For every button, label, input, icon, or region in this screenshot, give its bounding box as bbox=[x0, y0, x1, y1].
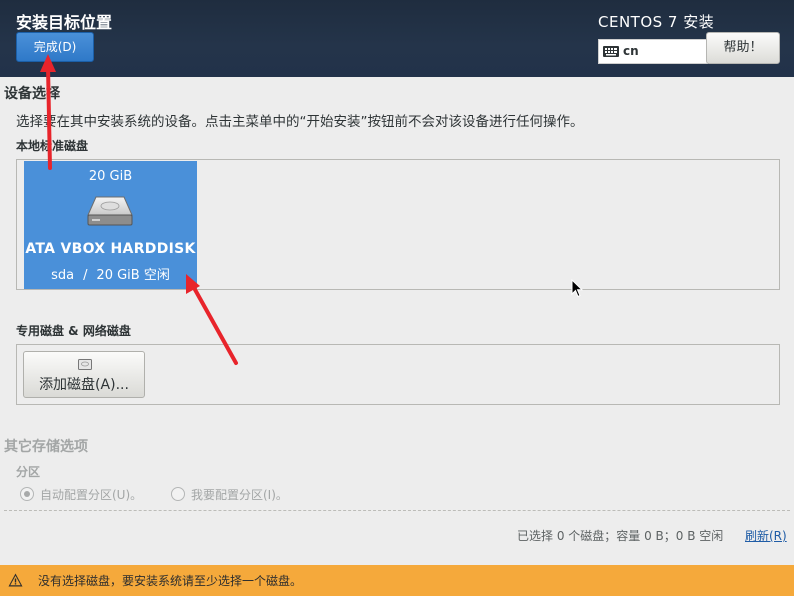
warning-icon bbox=[8, 573, 23, 587]
disk-drive-icon bbox=[78, 359, 92, 370]
keyboard-layout-indicator[interactable]: cn bbox=[598, 39, 708, 64]
radio-selected-dot bbox=[24, 491, 30, 497]
disk-separator: / bbox=[83, 268, 88, 283]
page-title: 安装目标位置 bbox=[16, 13, 113, 32]
product-title: CENTOS 7 安装 bbox=[598, 13, 715, 31]
disk-device: sda bbox=[51, 268, 75, 283]
add-disk-button[interactable]: 添加磁盘(A)... bbox=[23, 351, 145, 398]
keyboard-icon bbox=[603, 46, 619, 57]
disk-size: 20 GiB bbox=[88, 169, 133, 184]
annotation-arrows bbox=[40, 54, 238, 365]
manual-partition-radio[interactable] bbox=[171, 487, 185, 501]
auto-partition-label[interactable]: 自动配置分区(U)。 bbox=[40, 486, 142, 503]
disk-details: sda / 20 GiB 空闲 bbox=[24, 264, 197, 283]
manual-partition-label[interactable]: 我要配置分区(I)。 bbox=[191, 486, 288, 503]
disk-name: ATA VBOX HARDDISK bbox=[25, 241, 196, 257]
local-disks-panel: 20 GiB ATA VBOX HARDDISK sda / 20 GiB 空闲 bbox=[16, 159, 780, 290]
local-disks-label: 本地标准磁盘 bbox=[16, 139, 89, 153]
add-disk-label: 添加磁盘(A)... bbox=[39, 377, 129, 393]
divider bbox=[4, 510, 790, 511]
hard-disk-icon bbox=[87, 196, 133, 226]
specialized-disks-label: 专用磁盘 & 网络磁盘 bbox=[16, 324, 131, 338]
warning-text: 没有选择磁盘，要安装系统请至少选择一个磁盘。 bbox=[38, 574, 303, 588]
device-selection-description: 选择要在其中安装系统的设备。点击主菜单中的“开始安装”按钮前不会对该设备进行任何… bbox=[16, 114, 584, 130]
auto-partition-radio[interactable] bbox=[20, 487, 34, 501]
disk-tile-sda[interactable]: 20 GiB ATA VBOX HARDDISK sda / 20 GiB 空闲 bbox=[24, 161, 197, 289]
partition-label: 分区 bbox=[16, 465, 41, 479]
refresh-link[interactable]: 刷新(R) bbox=[745, 527, 787, 544]
keyboard-layout-label: cn bbox=[623, 44, 639, 58]
warning-bar[interactable]: 没有选择磁盘，要安装系统请至少选择一个磁盘。 bbox=[0, 565, 794, 596]
done-button[interactable]: 完成(D) bbox=[16, 32, 94, 62]
selection-summary: 已选择 0 个磁盘；容量 0 B；0 B 空闲 bbox=[517, 529, 724, 543]
disk-free-space: 20 GiB 空闲 bbox=[96, 268, 170, 283]
header-bar: 安装目标位置 完成(D) CENTOS 7 安装 cn 帮助！ bbox=[0, 0, 794, 77]
specialized-disks-panel: 添加磁盘(A)... bbox=[16, 344, 780, 405]
device-selection-heading: 设备选择 bbox=[4, 86, 60, 102]
help-button[interactable]: 帮助！ bbox=[706, 32, 780, 64]
other-storage-heading: 其它存储选项 bbox=[4, 439, 88, 455]
mouse-cursor-icon bbox=[571, 279, 583, 298]
